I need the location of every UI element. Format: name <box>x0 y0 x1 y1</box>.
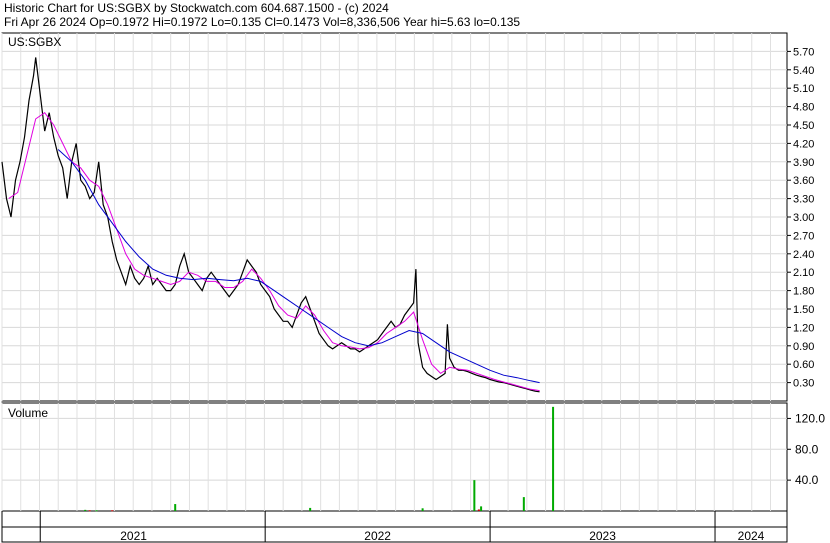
price-tick-label: 1.20 <box>793 322 814 334</box>
price-tick-label: 2.40 <box>793 249 814 261</box>
price-tick-label: 3.30 <box>793 194 814 206</box>
price-panel-symbol-label: US:SGBX <box>8 35 61 49</box>
year-label: 2021 <box>120 529 147 543</box>
price-tick-label: 0.90 <box>793 341 814 353</box>
volume-bar <box>522 497 525 511</box>
price-tick-label: 4.50 <box>793 120 814 132</box>
volume-bar <box>95 510 98 512</box>
price-tick-label: 2.70 <box>793 230 814 242</box>
volume-bar <box>84 509 87 511</box>
price-tick-label: 1.80 <box>793 286 814 298</box>
price-tick-label: 5.10 <box>793 83 814 95</box>
volume-bar <box>174 504 177 511</box>
price-tick-label: 1.50 <box>793 304 814 316</box>
volume-bar <box>421 508 424 511</box>
short-moving-average-line <box>8 112 540 392</box>
volume-bar <box>552 406 555 511</box>
price-tick-label: 5.40 <box>793 65 814 77</box>
volume-bar-down <box>477 509 480 511</box>
volume-bar <box>480 506 483 511</box>
volume-bar <box>309 507 312 511</box>
price-tick-label: 0.30 <box>793 378 814 390</box>
price-series-line <box>1 57 540 393</box>
price-tick-label: 3.90 <box>793 157 814 169</box>
volume-panel-frame <box>1 402 788 512</box>
price-tick-label: 2.10 <box>793 267 814 279</box>
volume-bar <box>473 480 476 511</box>
volume-tick-label: 80.0 <box>795 442 819 456</box>
price-tick-label: 4.80 <box>793 102 814 114</box>
volume-bar-down <box>88 510 91 512</box>
chart-canvas: 5.70 5.40 5.10 4.80 4.50 4.20 3.90 3.60 3.30 3.00… <box>1 32 825 543</box>
volume-tick-label: 40.0 <box>795 473 819 487</box>
year-label: 2023 <box>589 529 616 543</box>
year-label: 2022 <box>364 529 391 543</box>
volume-panel-label: Volume <box>8 406 48 420</box>
price-tick-label: 3.60 <box>793 175 814 187</box>
price-tick-label: 3.00 <box>793 212 814 224</box>
volume-bar-down <box>111 510 114 512</box>
price-tick-label: 4.20 <box>793 138 814 150</box>
volume-tick-label: 120.0 <box>795 411 825 425</box>
price-tick-label: 5.70 <box>793 46 814 58</box>
year-label: 2024 <box>738 529 765 543</box>
price-tick-label: 0.60 <box>793 359 814 371</box>
